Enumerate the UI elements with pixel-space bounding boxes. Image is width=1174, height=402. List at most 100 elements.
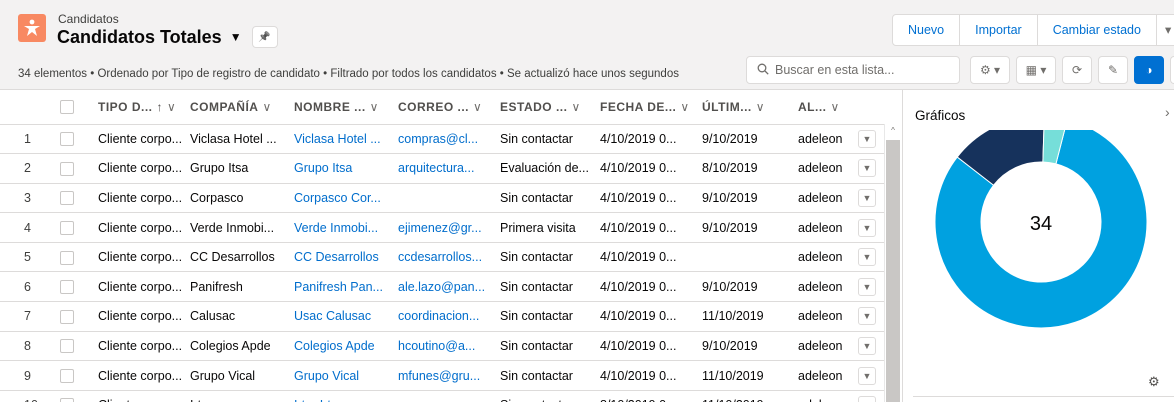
table-row[interactable]: 9 Cliente corpo... Grupo Vical Grupo Vical m…	[0, 360, 902, 391]
row-checkbox[interactable]	[60, 191, 74, 206]
row-action-menu-icon[interactable]: ▼	[858, 307, 876, 326]
cell-correo-link[interactable]: arquitectura...	[398, 153, 500, 184]
cambiar-estado-button[interactable]: Cambiar estado	[1038, 15, 1157, 45]
cell-alias: adeleon	[798, 153, 858, 184]
pin-list-button[interactable]: 📌	[251, 26, 278, 48]
chevron-down-icon[interactable]: ∨	[680, 100, 689, 114]
select-all-checkbox[interactable]	[60, 100, 74, 115]
table-row[interactable]: 10 Cliente corpo...IrtraIrtra Irtra Sin co…	[0, 390, 902, 402]
cell-correo-link[interactable]	[398, 183, 500, 214]
table-row[interactable]: 4 Cliente corpo... Verde Inmobi... Verde In…	[0, 212, 902, 243]
table-row[interactable]: 1 Cliente corpo... Viclasa Hotel ... Viclas…	[0, 124, 902, 155]
select-all-header[interactable]	[60, 90, 98, 125]
row-select-cell[interactable]	[60, 124, 98, 155]
cell-nombre-link[interactable]: Panifresh Pan...	[294, 271, 398, 303]
cell-correo-link[interactable]: compras@cl...	[398, 124, 500, 155]
collapse-panel-icon[interactable]: ›	[1165, 104, 1170, 120]
row-action-menu-icon[interactable]: ▼	[858, 188, 876, 207]
row-checkbox[interactable]	[60, 132, 74, 147]
row-select-cell[interactable]	[60, 183, 98, 214]
more-actions-button[interactable]: ▾	[1157, 15, 1174, 45]
scroll-up-arrow-icon[interactable]: ^	[886, 124, 900, 138]
charts-button[interactable]: ◑	[1134, 56, 1164, 84]
chevron-down-icon[interactable]: ∨	[756, 100, 765, 114]
column-label: COMPAÑÍA	[190, 99, 259, 114]
list-view-switcher-icon[interactable]: ▼	[230, 30, 242, 44]
cell-correo-link[interactable]: mfunes@gru...	[398, 360, 500, 391]
row-checkbox[interactable]	[60, 309, 74, 324]
cell-nombre-link[interactable]: Usac Calusac	[294, 301, 398, 332]
chevron-down-icon[interactable]: ∨	[831, 100, 840, 114]
row-action-menu-icon[interactable]: ▼	[858, 248, 876, 267]
row-select-cell[interactable]	[60, 390, 98, 402]
row-action-menu-icon[interactable]: ▼	[858, 129, 876, 148]
row-action-menu-icon[interactable]: ▼	[858, 159, 876, 178]
filter-button[interactable]: ▼	[1170, 56, 1174, 84]
nuevo-button[interactable]: Nuevo	[893, 15, 961, 45]
cell-nombre-link[interactable]: CC Desarrollos	[294, 242, 398, 273]
row-select-cell[interactable]	[60, 301, 98, 332]
row-select-cell[interactable]	[60, 242, 98, 273]
column-header-ultima[interactable]: ÚLTIM... ∨	[702, 90, 798, 125]
cell-correo-link[interactable]: ejimenez@gr...	[398, 212, 500, 243]
display-as-button[interactable]: ▦ ▾	[1016, 56, 1056, 84]
column-header-alias[interactable]: AL... ∨	[798, 90, 858, 125]
chevron-down-icon[interactable]: ∨	[571, 100, 580, 114]
row-select-cell[interactable]	[60, 331, 98, 362]
cell-correo-link[interactable]: coordinacion...	[398, 301, 500, 332]
table-row[interactable]: 3 Cliente corpo... Corpasco Corpasco Cor...…	[0, 183, 902, 214]
cell-correo-link[interactable]	[398, 390, 500, 402]
cell-nombre-link[interactable]: Grupo Itsa	[294, 153, 398, 184]
row-select-cell[interactable]	[60, 271, 98, 303]
column-header-fecha[interactable]: FECHA DE... ∨	[600, 90, 702, 125]
column-header-estado[interactable]: ESTADO ... ∨	[500, 90, 600, 125]
table-row[interactable]: 6 Cliente corpo... Panifresh Panifresh Pan.…	[0, 271, 902, 303]
row-action-menu-icon[interactable]: ▼	[858, 277, 876, 296]
importar-button[interactable]: Importar	[960, 15, 1038, 45]
table-row[interactable]: 2 Cliente corpo... Grupo Itsa Grupo Itsa arq…	[0, 153, 902, 184]
row-checkbox[interactable]	[60, 368, 74, 383]
row-select-cell[interactable]	[60, 153, 98, 184]
column-header-compania[interactable]: COMPAÑÍA ∨	[190, 90, 294, 125]
table-row[interactable]: 8 Cliente corpo... Colegios Apde Colegios A…	[0, 331, 902, 362]
list-view-title[interactable]: Candidatos Totales ▼ 📌	[57, 26, 278, 48]
row-checkbox[interactable]	[60, 161, 74, 176]
chevron-down-icon[interactable]: ∨	[262, 100, 271, 114]
cell-nombre-link[interactable]: Viclasa Hotel ...	[294, 124, 398, 155]
cell-correo-link[interactable]: ccdesarrollos...	[398, 242, 500, 273]
row-checkbox[interactable]	[60, 250, 74, 265]
list-settings-button[interactable]: ⚙ ▾	[970, 56, 1010, 84]
cell-nombre-link[interactable]: Grupo Vical	[294, 360, 398, 391]
chart-settings-icon[interactable]: ⚙	[1148, 374, 1160, 390]
list-view-name[interactable]: Candidatos Totales	[57, 27, 222, 48]
chevron-down-icon[interactable]: ∨	[370, 100, 379, 114]
table-row[interactable]: 7 Cliente corpo... Calusac Usac Calusac coor…	[0, 301, 902, 332]
column-header-nombre[interactable]: NOMBRE ... ∨	[294, 90, 398, 125]
scrollbar-thumb[interactable]	[886, 140, 900, 402]
row-checkbox[interactable]	[60, 220, 74, 235]
row-checkbox[interactable]	[60, 398, 74, 402]
table-row[interactable]: 5 Cliente corpo... CC Desarrollos CC Desarr…	[0, 242, 902, 273]
row-action-menu-icon[interactable]: ▼	[858, 336, 876, 355]
chevron-down-icon[interactable]: ∨	[473, 100, 482, 114]
row-checkbox[interactable]	[60, 280, 74, 295]
cell-nombre-link[interactable]: Colegios Apde	[294, 331, 398, 362]
column-header-correo[interactable]: CORREO ... ∨	[398, 90, 500, 125]
row-checkbox[interactable]	[60, 339, 74, 354]
refresh-button[interactable]: ⟳	[1062, 56, 1092, 84]
row-action-menu-icon[interactable]: ▼	[858, 366, 876, 385]
cell-nombre-link[interactable]: Irtra Irtra	[294, 390, 398, 402]
donut-chart[interactable]: 34	[903, 130, 1174, 370]
cell-nombre-link[interactable]: Verde Inmobi...	[294, 212, 398, 243]
search-input[interactable]: Buscar en esta lista...	[746, 56, 960, 84]
cell-correo-link[interactable]: ale.lazo@pan...	[398, 271, 500, 303]
chevron-down-icon[interactable]: ∨	[167, 100, 176, 114]
row-select-cell[interactable]	[60, 212, 98, 243]
cell-nombre-link[interactable]: Corpasco Cor...	[294, 183, 398, 214]
row-select-cell[interactable]	[60, 360, 98, 391]
column-header-tipo[interactable]: TIPO D... ↑ ∨	[98, 90, 190, 125]
row-action-menu-icon[interactable]: ▼	[858, 396, 876, 402]
row-action-menu-icon[interactable]: ▼	[858, 218, 876, 237]
inline-edit-button[interactable]: ✎	[1098, 56, 1128, 84]
cell-correo-link[interactable]: hcoutino@a...	[398, 331, 500, 362]
